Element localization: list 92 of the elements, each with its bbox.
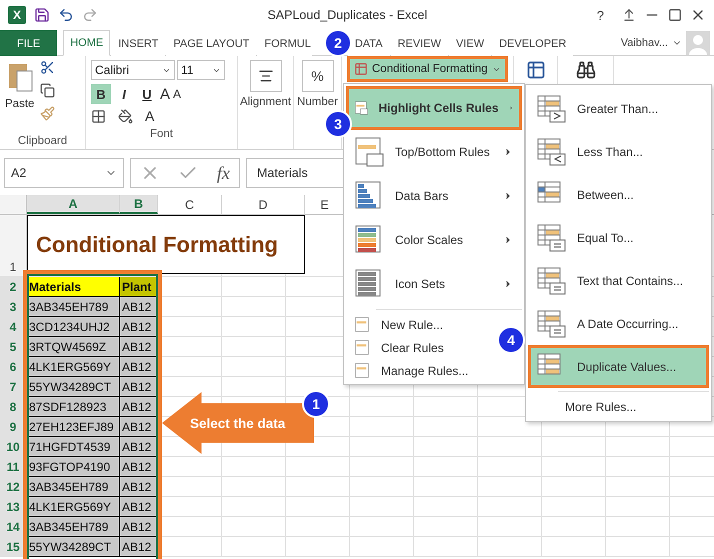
menu-item[interactable]: Icon Sets: [346, 262, 522, 306]
table-cell: AB12: [120, 497, 158, 517]
font-name-field[interactable]: Calibri: [91, 60, 175, 80]
submenu-item[interactable]: Text that Contains...: [528, 259, 709, 302]
borders-icon[interactable]: [91, 108, 106, 124]
insert-function-button[interactable]: fx: [216, 162, 230, 184]
rule-icon: [537, 310, 567, 338]
column-header[interactable]: A: [27, 195, 120, 214]
table-cell: 87SDF128923: [27, 397, 120, 417]
table-cell: 55YW34289CT: [27, 537, 120, 557]
table-icon: [354, 62, 368, 76]
name-box[interactable]: A2: [4, 158, 124, 188]
submenu-item[interactable]: Less Than...: [528, 130, 709, 173]
submenu-item[interactable]: Equal To...: [528, 216, 709, 259]
undo-icon[interactable]: [58, 7, 74, 23]
excel-logo: X: [8, 6, 26, 24]
title-cell: Conditional Formatting: [27, 215, 305, 274]
rule-icon: [537, 224, 567, 252]
conditional-formatting-button[interactable]: Conditional Formatting: [347, 56, 508, 82]
submenu-item[interactable]: Between...: [528, 173, 709, 216]
submenu-item[interactable]: Greater Than...: [528, 87, 709, 130]
ribbon-tab[interactable]: HOME: [63, 30, 110, 56]
cut-icon[interactable]: [40, 60, 56, 75]
submenu-item[interactable]: Duplicate Values...: [528, 345, 709, 388]
window-title: SAPLoud_Duplicates - Excel: [266, 8, 428, 22]
column-header[interactable]: B: [120, 195, 158, 214]
table-cell: 3AB345EH789: [27, 297, 120, 317]
top-bottom-icon: [355, 137, 385, 167]
table-header-cell: Materials: [27, 277, 120, 297]
menu-item[interactable]: Highlight Cells Rules: [346, 86, 522, 130]
paste-button[interactable]: Paste: [5, 60, 34, 131]
table-cell: AB12: [120, 437, 158, 457]
table-cell: AB12: [120, 517, 158, 537]
menu-item[interactable]: Manage Rules...: [346, 359, 478, 382]
table-cell: AB12: [120, 397, 158, 417]
find-icon[interactable]: [576, 60, 596, 80]
group-label: Font: [148, 128, 174, 140]
ribbon-tab[interactable]: FILE: [0, 30, 58, 56]
font-color-button[interactable]: A: [145, 108, 154, 124]
rule-icon: [537, 138, 567, 166]
step-badge: 2: [324, 29, 352, 57]
row-header[interactable]: 1: [0, 215, 27, 276]
table-cell: 55YW34289CT: [27, 377, 120, 397]
user-name[interactable]: Vaibhav...: [620, 36, 668, 48]
font-size-field[interactable]: 11: [177, 60, 225, 80]
percent-button[interactable]: %: [302, 60, 334, 92]
menu-item[interactable]: Data Bars: [346, 174, 522, 218]
shrink-font-button[interactable]: A: [173, 87, 182, 101]
help-button[interactable]: ?: [596, 8, 604, 22]
format-table-icon[interactable]: [526, 60, 546, 80]
table-cell: 3AB345EH789: [27, 517, 120, 537]
grow-font-button[interactable]: A: [160, 86, 170, 102]
table-cell: AB12: [120, 297, 158, 317]
table-cell: 4LK1ERG569Y: [27, 357, 120, 377]
step-badge: 3: [324, 110, 352, 138]
table-cell: AB12: [120, 357, 158, 377]
table-cell: 71HGFDT4539: [27, 437, 120, 457]
table-cell: 3AB345EH789: [27, 477, 120, 497]
manage-rules-icon: [355, 362, 371, 378]
maximize-icon[interactable]: [668, 8, 682, 22]
menu-item[interactable]: Color Scales: [346, 218, 522, 262]
font-style-button[interactable]: B: [91, 84, 111, 104]
save-icon[interactable]: [34, 7, 50, 23]
table-cell: AB12: [120, 417, 158, 437]
fill-color-icon[interactable]: [118, 108, 133, 124]
table-cell: AB12: [120, 457, 158, 477]
menu-item[interactable]: Clear Rules: [346, 336, 453, 359]
group-label: Clipboard: [16, 135, 68, 147]
table-cell: 4LK1ERG569Y: [27, 497, 120, 517]
table-cell: AB12: [120, 377, 158, 397]
clear-rules-icon: [355, 340, 371, 356]
step-badge: 1: [302, 390, 330, 418]
table-cell: 3CD1234UHJ2: [27, 317, 120, 337]
alignment-icon[interactable]: [250, 60, 282, 92]
rule-icon: [537, 94, 567, 122]
rule-icon: [537, 266, 567, 294]
number-button[interactable]: Number: [297, 96, 338, 108]
submenu-item[interactable]: More Rules...: [528, 395, 646, 419]
table-cell: 93FGTOP4190: [27, 457, 120, 477]
copy-icon[interactable]: [40, 83, 56, 98]
submenu-item[interactable]: A Date Occurring...: [528, 302, 709, 345]
menu-item[interactable]: New Rule...: [346, 313, 452, 336]
table-cell: 27EH123EFJ89: [27, 417, 120, 437]
table-cell: AB12: [120, 537, 158, 557]
table-cell: AB12: [120, 477, 158, 497]
alignment-button[interactable]: Alignment: [240, 96, 292, 108]
table-cell: 3RTQW4569Z: [27, 337, 120, 357]
table-cell: AB12: [120, 337, 158, 357]
font-style-button[interactable]: U: [137, 84, 157, 104]
font-style-button[interactable]: I: [114, 84, 134, 104]
table-header-cell: Plant: [120, 277, 158, 297]
table-cell: AB12: [120, 317, 158, 337]
